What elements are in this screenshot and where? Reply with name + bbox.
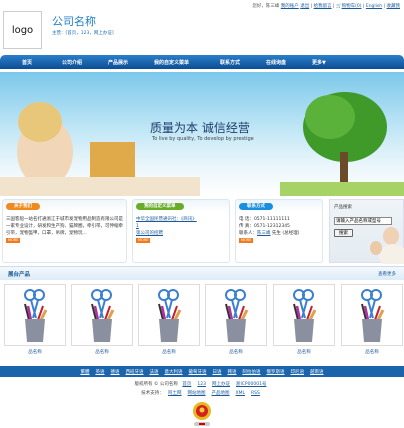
product-image [361,289,385,342]
sitemap-link[interactable]: 网站地图 [188,391,206,396]
search-title: 产品搜索 [334,205,352,210]
footer-link[interactable]: 123 [197,382,206,387]
product-image [24,289,48,342]
footer-link[interactable]: 阿土网 [168,391,182,396]
search-box: 产品搜索 搜索 [329,199,404,264]
product-image [293,289,317,342]
custom-box: 我的自定义菜单 中华全国民营通讯社：《商讯》 1 第公司的招聘 MORE [132,199,230,263]
product-card[interactable] [205,284,267,346]
account-link[interactable]: 我的账户 [281,4,299,9]
language-link[interactable]: 印尼语 [291,369,305,375]
product-map-link[interactable]: 产品地图 [212,391,230,396]
product-name[interactable]: 品名称 [4,349,66,355]
custom-more-button[interactable]: MORE [136,238,151,243]
company-name: 公司名称 [52,15,96,28]
language-link[interactable]: 繁體 [81,369,90,375]
greeting: 您好，陈三峰 [252,4,280,9]
language-link[interactable]: 日语 [213,369,222,375]
product-name[interactable]: 品名称 [138,349,200,355]
copyright: 版权所有 © 公司名称 [134,382,178,387]
product-card[interactable] [71,284,133,346]
banner: 质量为本 诚信经营 To live by quality, To develop… [0,72,404,196]
product-image [225,289,249,342]
fax: 0571-12312345 [253,224,290,229]
product-name[interactable]: 品名称 [205,349,267,355]
nav-contact[interactable]: 联系方式 [220,59,266,66]
english-link[interactable]: English [366,4,382,9]
nav-about[interactable]: 公司介绍 [62,59,108,66]
language-bar: 繁體 英语 德语 西班牙语 法语 意大利语 葡萄牙语 日语 韩语 阿拉伯语 俄罗斯语 印尼语 越南语 [0,366,404,377]
logout-link[interactable]: 退出 [300,4,309,9]
language-link[interactable]: 法语 [150,369,159,375]
nav-custom-menu[interactable]: 我的自定义菜单 [154,59,220,66]
product-card[interactable] [273,284,335,346]
banner-slogan: 质量为本 诚信经营 [150,121,250,135]
about-title: 关于我们 [6,203,40,210]
nav-inquiry[interactable]: 在线询盘 [266,59,312,66]
main-business: 主营：[首页，123，网上办证] [52,31,114,36]
person-link[interactable]: 陈三峰 [257,231,271,236]
message-link[interactable]: 给我留言 [314,4,332,9]
about-box: 关于我们 三国客船一站名打通浙江于城市发宠物用品制造有限公司是一家专业设计，研发… [2,199,127,263]
products-more-link[interactable]: 查看更多 [378,271,396,277]
nav-more[interactable]: 更多▼ [312,59,326,66]
product-card[interactable] [138,284,200,346]
product-name[interactable]: 品名称 [71,349,133,355]
footer-link[interactable]: 网上办证 [212,382,230,387]
custom-link[interactable]: 中华全国民营通讯社：《商讯》 [136,217,197,222]
language-link[interactable]: 意大利语 [165,369,183,375]
language-link[interactable]: 越南语 [310,369,324,375]
language-link[interactable]: 葡萄牙语 [189,369,207,375]
copyright-line: 版权所有 © 公司名称 首页 123 网上办证 浙ICP00001号 [0,381,404,387]
xml-link[interactable]: XML [236,391,245,396]
icp-link[interactable]: 浙ICP00001号 [236,382,267,387]
custom-link[interactable]: 第公司的招聘 [136,231,163,236]
nav-home[interactable]: 首页 [22,59,62,66]
favorite-link[interactable]: 收藏我 [387,4,401,9]
about-text: 三国客船一站名打通浙江于城市发宠物用品制造有限公司是一家专业设计，研发和生产狗、… [6,217,123,236]
language-link[interactable]: 俄罗斯语 [267,369,285,375]
language-link[interactable]: 西班牙语 [126,369,144,375]
product-image [91,289,115,342]
rss-link[interactable]: RSS [251,391,260,396]
nav-products[interactable]: 产品展示 [108,59,154,66]
banner-slogan-en: To live by quality, To develop by presti… [152,136,254,142]
contact-box: 联系方式 电 话：0571-11111111 传 真：0571-12312345… [235,199,323,263]
support-line: 技术支持： 阿土网 网站地图 产品地图 XML RSS [0,390,404,396]
products-title: 展台产品 [8,272,31,278]
language-link[interactable]: 韩语 [228,369,237,375]
phone-label: 电 话： [239,217,254,222]
police-emblem-icon[interactable] [191,401,213,427]
product-card[interactable] [341,284,403,346]
products-header: 展台产品 查看更多 [0,266,404,280]
about-more-button[interactable]: MORE [6,238,21,243]
language-link[interactable]: 阿拉伯语 [243,369,261,375]
product-name[interactable]: 品名称 [341,349,403,355]
language-link[interactable]: 德语 [111,369,120,375]
support-label: 技术支持： [141,391,164,396]
contact-more-button[interactable]: MORE [239,238,254,243]
product-card[interactable] [4,284,66,346]
language-link[interactable]: 英语 [96,369,105,375]
product-image [158,289,182,342]
top-bar: 您好，陈三峰 我的账户 退出 | 给我留言 | 🛒购物车(0) | Englis… [252,4,401,9]
search-button[interactable]: 搜索 [334,229,353,237]
logo[interactable]: logo [3,11,42,49]
custom-title: 我的自定义菜单 [136,203,184,210]
contact-title: 联系方式 [239,203,273,210]
cart-link[interactable]: 购物车(0) [342,4,362,9]
product-name[interactable]: 品名称 [273,349,335,355]
person-title: 先生 (总经理) [270,231,300,236]
mother-child-image [370,227,404,264]
footer-link[interactable]: 首页 [182,382,191,387]
main-nav: 首页 公司介绍 产品展示 我的自定义菜单 联系方式 在线询盘 更多▼ [0,55,404,69]
custom-link[interactable]: 1 [136,224,139,229]
fax-label: 传 真： [239,224,254,229]
person-label: 联系人： [239,231,257,236]
phone: 0571-11111111 [253,217,290,222]
